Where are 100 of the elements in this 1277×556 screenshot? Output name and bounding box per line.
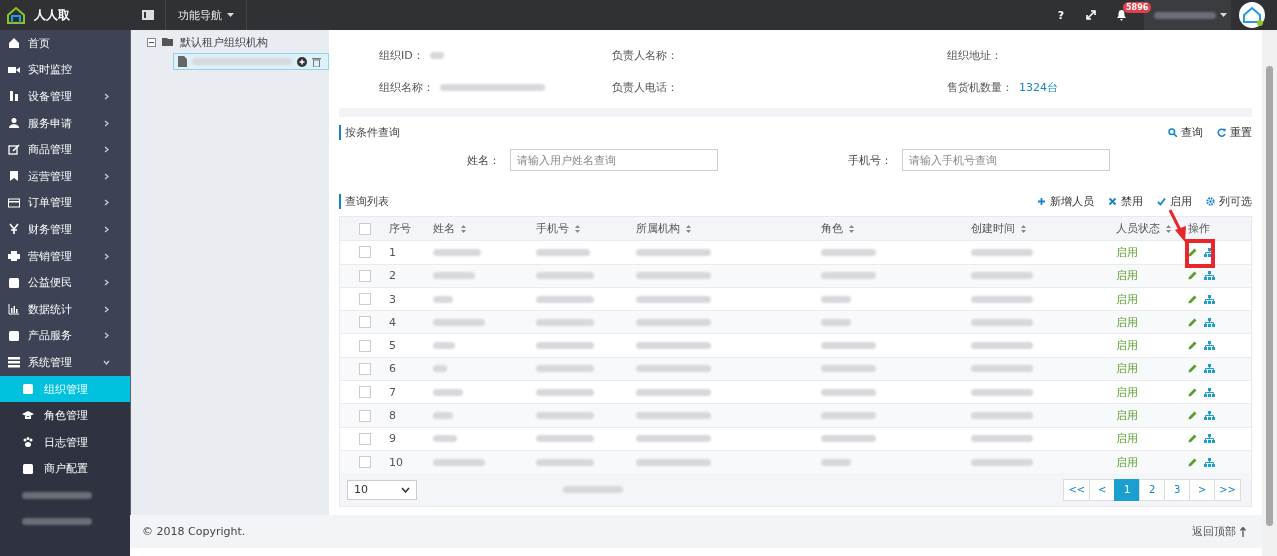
- hierarchy-icon[interactable]: [1204, 271, 1215, 281]
- tree-node[interactable]: 默认租户组织机构: [180, 34, 268, 50]
- page-button[interactable]: >: [1189, 478, 1216, 501]
- toolbar-button[interactable]: 启用: [1157, 193, 1192, 209]
- pencil-icon[interactable]: [1188, 271, 1197, 281]
- scrollbar[interactable]: [1262, 30, 1277, 556]
- menu-icon[interactable]: [141, 10, 154, 20]
- sidebar-item[interactable]: 营销管理: [0, 242, 130, 270]
- add-icon[interactable]: [297, 56, 307, 67]
- page-button[interactable]: 3: [1164, 478, 1191, 501]
- page-button[interactable]: >>: [1214, 478, 1241, 501]
- sidebar-item[interactable]: 实时监控: [0, 56, 130, 84]
- text-field[interactable]: 请输入用户姓名查询: [510, 149, 718, 171]
- table-cell: 8: [389, 409, 396, 422]
- blurred-text: [536, 458, 594, 466]
- bell-icon[interactable]: [1115, 9, 1127, 21]
- hierarchy-icon[interactable]: [1204, 317, 1215, 327]
- sort-icon[interactable]: [849, 224, 854, 233]
- pencil-icon[interactable]: [1188, 247, 1197, 257]
- chevron-down-icon: [103, 358, 110, 366]
- sidebar-item[interactable]: 财务管理: [0, 216, 130, 243]
- pencil-icon[interactable]: [1188, 364, 1197, 374]
- expand-icon[interactable]: [1086, 10, 1096, 20]
- chevron-right-icon: [103, 93, 110, 100]
- sidebar-item[interactable]: 首页: [0, 30, 130, 57]
- toolbar-button[interactable]: 新增人员: [1037, 193, 1094, 209]
- pencil-icon[interactable]: [1188, 411, 1197, 420]
- sidebar-subitem[interactable]: 日志管理: [0, 428, 130, 456]
- house-logo-icon: [6, 6, 26, 24]
- row-checkbox[interactable]: [358, 293, 371, 306]
- collapse-icon[interactable]: [147, 37, 156, 47]
- blurred-text: [433, 388, 463, 396]
- sidebar-item[interactable]: 商品管理: [0, 136, 130, 163]
- toolbar-button[interactable]: 禁用: [1108, 193, 1143, 209]
- sort-icon[interactable]: [575, 224, 580, 233]
- chevron-right-icon: [103, 332, 110, 340]
- help-button[interactable]: ?: [1046, 0, 1076, 30]
- sidebar-item[interactable]: 订单管理: [0, 189, 130, 217]
- sort-icon[interactable]: [1021, 224, 1026, 233]
- scrollbar-thumb[interactable]: [1266, 66, 1273, 526]
- sidebar-item[interactable]: 产品服务: [0, 322, 130, 350]
- sort-icon[interactable]: [461, 224, 466, 233]
- hierarchy-icon[interactable]: [1204, 411, 1215, 420]
- select-all-checkbox[interactable]: [358, 222, 371, 235]
- home-icon: [8, 37, 20, 50]
- pencil-icon[interactable]: [1188, 341, 1197, 351]
- sidebar-item[interactable]: 设备管理: [0, 83, 130, 110]
- row-checkbox[interactable]: [358, 246, 371, 259]
- row-checkbox[interactable]: [358, 456, 371, 469]
- page-size-select[interactable]: 10: [347, 479, 417, 500]
- pencil-icon[interactable]: [1188, 317, 1197, 327]
- column-header[interactable]: 人员状态: [1116, 221, 1171, 237]
- column-header[interactable]: 角色: [821, 221, 854, 237]
- column-header[interactable]: 手机号: [536, 221, 580, 237]
- blurred-text: [821, 272, 876, 280]
- sidebar-item[interactable]: 数据统计: [0, 295, 130, 323]
- page-button[interactable]: 2: [1139, 478, 1166, 501]
- row-checkbox[interactable]: [358, 362, 371, 375]
- status-text: 启用: [1116, 291, 1138, 307]
- row-checkbox[interactable]: [358, 339, 371, 352]
- tree-node[interactable]: [173, 53, 329, 70]
- avatar-icon[interactable]: [1239, 2, 1265, 28]
- blurred-text: [433, 248, 481, 256]
- back-to-top-link[interactable]: 返回顶部: [1192, 524, 1246, 539]
- row-checkbox[interactable]: [358, 386, 371, 399]
- toolbar-button[interactable]: 查询: [1168, 124, 1203, 140]
- text-field[interactable]: 请输入手机号查询: [902, 149, 1110, 171]
- hierarchy-icon[interactable]: [1204, 387, 1215, 397]
- row-checkbox[interactable]: [358, 409, 371, 422]
- toolbar-button[interactable]: 列可选: [1206, 193, 1252, 209]
- row-checkbox[interactable]: [358, 316, 371, 329]
- sidebar-item[interactable]: 系统管理: [0, 349, 130, 376]
- trash-icon[interactable]: [312, 56, 321, 67]
- page-button[interactable]: <<: [1063, 478, 1091, 501]
- pencil-icon[interactable]: [1188, 294, 1197, 304]
- pencil-icon[interactable]: [1188, 457, 1197, 467]
- hierarchy-icon[interactable]: [1204, 364, 1215, 374]
- hierarchy-icon[interactable]: [1204, 434, 1215, 444]
- pencil-icon[interactable]: [1188, 387, 1197, 397]
- page-button[interactable]: <: [1089, 478, 1116, 501]
- sidebar-item[interactable]: 运营管理: [0, 162, 130, 190]
- sidebar-item[interactable]: 服务申请: [0, 109, 130, 137]
- column-header[interactable]: 创建时间: [971, 221, 1026, 237]
- hierarchy-icon[interactable]: [1204, 457, 1215, 467]
- column-header[interactable]: 所属机构: [636, 221, 691, 237]
- sidebar-subitem[interactable]: 角色管理: [0, 402, 130, 429]
- hierarchy-icon[interactable]: [1204, 294, 1215, 304]
- blurred-text: [971, 458, 1033, 466]
- hierarchy-icon[interactable]: [1204, 341, 1215, 351]
- chevron-down-icon: [401, 486, 410, 493]
- sidebar-subitem[interactable]: 商户配置: [0, 455, 130, 483]
- sidebar-item[interactable]: 公益便民: [0, 269, 130, 296]
- sort-icon[interactable]: [686, 224, 691, 233]
- row-checkbox[interactable]: [358, 269, 371, 282]
- toolbar-button[interactable]: 重置: [1217, 124, 1252, 140]
- sort-icon[interactable]: [1166, 224, 1171, 233]
- row-checkbox[interactable]: [358, 432, 371, 445]
- column-header[interactable]: 姓名: [433, 221, 466, 237]
- blurred-text: [563, 486, 623, 494]
- pencil-icon[interactable]: [1188, 434, 1197, 444]
